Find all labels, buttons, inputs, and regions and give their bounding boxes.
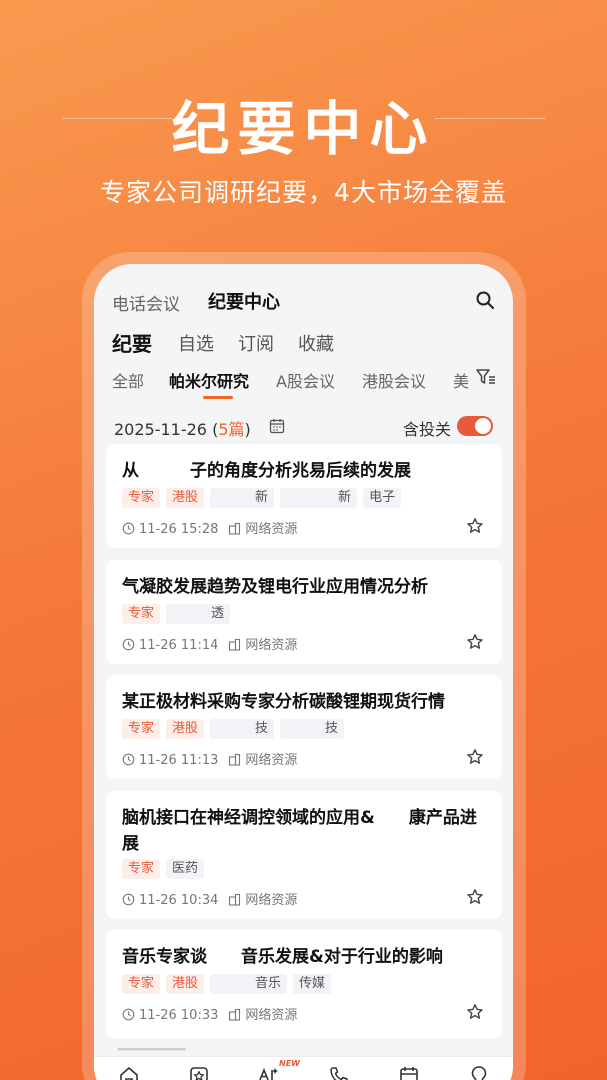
minutes-card[interactable]: 某正极材料采购专家分析碳酸锂期现货行情 专家 港股 技 技 11-26 11:13… [106, 675, 502, 779]
tag-list: 专家 港股 技 技 [122, 719, 350, 739]
building-icon [229, 893, 241, 906]
top-nav: 电话会议 纪要中心 [112, 288, 495, 315]
tag: 新 [210, 488, 275, 508]
tag-list: 专家 港股 新 新电子 [122, 488, 407, 508]
star-box-icon[interactable] [188, 1065, 210, 1080]
tag: 港股 [166, 488, 205, 508]
minutes-source: 网络资源 [245, 1008, 298, 1023]
app-screen: 电话会议 纪要中心 纪要 自选 订阅 收藏 全部 帕米尔研究 A股会议 港股会议… [94, 264, 513, 1080]
date-row: 2025-11-26 (5篇) 含投关 [114, 414, 493, 439]
calendar-tab-icon[interactable] [398, 1065, 420, 1080]
search-icon[interactable] [475, 290, 495, 310]
minutes-card[interactable]: 音乐专家谈 音乐发展&对于行业的影响 专家 港股 音乐 传媒 11-26 10:33… [106, 930, 502, 1038]
hero-title: 纪要中心 [171, 95, 436, 163]
clock-icon [122, 893, 135, 906]
minutes-title[interactable]: 某正极材料采购专家分析碳酸锂期现货行情 [122, 689, 486, 715]
building-icon [229, 638, 241, 651]
minutes-title[interactable]: 音乐专家谈 音乐发展&对于行业的影响 [122, 944, 486, 970]
minutes-meta: 11-26 11:14 网络资源 [122, 634, 298, 653]
minutes-meta: 11-26 11:13 网络资源 [122, 749, 298, 768]
minutes-title[interactable]: 从 子的角度分析兆易后续的发展 [122, 458, 486, 484]
tag-list: 专家 港股 音乐 传媒 [122, 974, 337, 994]
category-tabs: 全部 帕米尔研究 A股会议 港股会议 美 [112, 368, 513, 399]
clock-icon [122, 753, 135, 766]
tag: 港股 [166, 974, 205, 994]
minutes-source: 网络资源 [245, 893, 298, 908]
tag: 技 [280, 719, 345, 739]
toggle-label: 含投关 [402, 420, 451, 439]
phone-icon[interactable] [328, 1065, 350, 1080]
category-a-share[interactable]: A股会议 [276, 368, 335, 392]
minutes-time: 11-26 10:33 [139, 1008, 219, 1023]
minutes-title[interactable]: 气凝胶发展趋势及锂电行业应用情况分析 [122, 574, 486, 600]
lightbulb-icon[interactable] [468, 1065, 490, 1080]
active-tab-underline [203, 396, 233, 399]
tag: 传媒 [293, 974, 332, 994]
minutes-card[interactable]: 脑机接口在神经调控领域的应用& 康产品进展 专家 医药 11-26 10:34 网… [106, 791, 502, 919]
clock-icon [122, 522, 135, 535]
tag: 专家 [122, 719, 161, 739]
tab-minutes-center[interactable]: 纪要中心 [208, 288, 280, 314]
tag: 新 [280, 488, 358, 508]
tag-list: 专家 透 [122, 604, 236, 624]
new-badge: NEW [279, 1059, 300, 1068]
category-pamir[interactable]: 帕米尔研究 [169, 368, 249, 392]
tag: 技 [210, 719, 275, 739]
tag: 音乐 [210, 974, 288, 994]
minutes-source: 网络资源 [245, 638, 298, 653]
favorite-star-icon[interactable] [466, 633, 484, 651]
minutes-card[interactable]: 从 子的角度分析兆易后续的发展 专家 港股 新 新电子 11-26 15:28 网… [106, 444, 502, 548]
tag: 医药 [166, 859, 205, 879]
tag: 专家 [122, 488, 161, 508]
building-icon [229, 1008, 241, 1021]
favorite-star-icon[interactable] [466, 888, 484, 906]
tag: 透 [166, 604, 231, 624]
clock-icon [122, 638, 135, 651]
minutes-time: 11-26 11:13 [139, 753, 219, 768]
minutes-meta: 11-26 10:34 网络资源 [122, 889, 298, 908]
tag-list: 专家 医药 [122, 859, 210, 879]
minutes-title[interactable]: 脑机接口在神经调控领域的应用& 康产品进展 [122, 805, 486, 857]
subtab-subscribe[interactable]: 订阅 [238, 330, 274, 356]
category-all[interactable]: 全部 [112, 368, 144, 392]
minutes-time: 11-26 10:34 [139, 893, 219, 908]
favorite-star-icon[interactable] [466, 517, 484, 535]
bottom-tab-bar: NEW [94, 1056, 513, 1080]
minutes-source: 网络资源 [245, 522, 298, 537]
investor-relations-toggle[interactable] [457, 416, 493, 436]
tab-phone-meeting[interactable]: 电话会议 [112, 290, 180, 315]
tag: 港股 [166, 719, 205, 739]
tag: 专家 [122, 604, 161, 624]
subtab-watchlist[interactable]: 自选 [178, 330, 214, 356]
filter-icon[interactable] [475, 366, 497, 388]
minutes-time: 11-26 15:28 [139, 522, 219, 537]
subtab-minutes[interactable]: 纪要 [112, 328, 152, 357]
favorite-star-icon[interactable] [466, 1003, 484, 1021]
hero-subtitle: 专家公司调研纪要，4大市场全覆盖 [100, 178, 507, 207]
minutes-meta: 11-26 15:28 网络资源 [122, 518, 298, 537]
minutes-card[interactable]: 气凝胶发展趋势及锂电行业应用情况分析 专家 透 11-26 11:14 网络资源 [106, 560, 502, 664]
category-hk[interactable]: 港股会议 [362, 368, 426, 392]
clock-icon [122, 1008, 135, 1021]
tag: 专家 [122, 974, 161, 994]
home-icon[interactable] [118, 1065, 140, 1080]
tag: 专家 [122, 859, 161, 879]
subtab-favorites[interactable]: 收藏 [298, 330, 334, 356]
favorite-star-icon[interactable] [466, 748, 484, 766]
ai-icon[interactable] [258, 1065, 280, 1080]
minutes-source: 网络资源 [245, 753, 298, 768]
tag: 电子 [363, 488, 402, 508]
minutes-meta: 11-26 10:33 网络资源 [122, 1004, 298, 1023]
building-icon [229, 522, 241, 535]
calendar-icon[interactable] [269, 418, 285, 434]
building-icon [229, 753, 241, 766]
category-us[interactable]: 美 [453, 368, 469, 392]
minutes-time: 11-26 11:14 [139, 638, 219, 653]
article-count: 5篇 [218, 420, 245, 439]
date-label: 2025-11-26 (5篇) [114, 420, 251, 439]
